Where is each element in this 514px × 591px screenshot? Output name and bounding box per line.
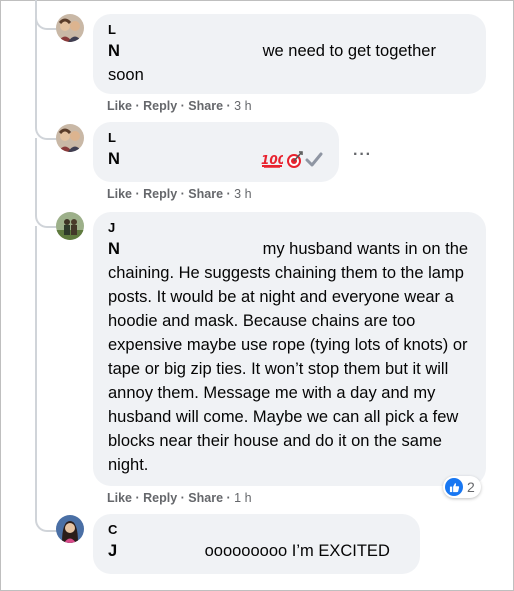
mention-link[interactable]: N [108, 39, 258, 63]
share-button[interactable]: Share [188, 99, 223, 113]
mention-link[interactable]: N [108, 237, 258, 261]
mention-link[interactable]: J [108, 539, 200, 563]
timestamp[interactable]: 3 h [234, 187, 251, 201]
separator: · [177, 99, 189, 113]
like-button[interactable]: Like [107, 491, 132, 505]
like-button[interactable]: Like [107, 187, 132, 201]
reaction-count: 2 [467, 479, 475, 495]
separator: · [223, 99, 235, 113]
separator: · [132, 99, 144, 113]
separator: · [223, 187, 235, 201]
comment-author[interactable]: L [108, 130, 327, 146]
avatar-photo [56, 14, 84, 42]
comment-actions: Like · Reply · Share · 1 h [107, 491, 252, 505]
comment-author[interactable]: J [108, 220, 474, 236]
bullseye-icon [286, 150, 303, 168]
separator: · [177, 187, 189, 201]
timestamp[interactable]: 3 h [234, 99, 251, 113]
comment-body: ooooooooo I’m EXCITED [204, 542, 390, 560]
reply-button[interactable]: Reply [143, 491, 177, 505]
like-icon [445, 478, 463, 496]
comment-actions: Like · Reply · Share · 3 h [107, 99, 252, 113]
comment-bubble: L N 100 [93, 122, 339, 182]
avatar[interactable] [56, 212, 84, 240]
comment-text: N we need to get together soon [108, 39, 474, 87]
avatar-photo [56, 212, 84, 240]
avatar-photo [56, 515, 84, 543]
separator: · [132, 187, 144, 201]
comment-bubble: L N we need to get together soon [93, 14, 486, 94]
comment-text: N 100 [108, 147, 327, 171]
mention-link[interactable]: N [108, 147, 256, 171]
comment-body: the chaining. He suggests chaining them … [108, 240, 469, 474]
more-options-icon[interactable]: ··· [353, 146, 372, 164]
emoji-group: 100 [261, 150, 323, 169]
thread-connector [35, 138, 57, 228]
reply-button[interactable]: Reply [143, 99, 177, 113]
avatar-photo [56, 124, 84, 152]
avatar[interactable] [56, 124, 84, 152]
avatar[interactable] [56, 515, 84, 543]
comment-author[interactable]: L [108, 22, 474, 38]
timestamp[interactable]: 1 h [234, 491, 251, 505]
share-button[interactable]: Share [188, 187, 223, 201]
separator: · [177, 491, 189, 505]
like-button[interactable]: Like [107, 99, 132, 113]
separator: · [223, 491, 235, 505]
share-button[interactable]: Share [188, 491, 223, 505]
hundred-points-icon: 100 [261, 153, 283, 168]
reply-button[interactable]: Reply [143, 187, 177, 201]
comment-body-first-line: my husband wants in on [262, 240, 441, 258]
check-mark-icon [305, 152, 323, 167]
comment-text: J ooooooooo I’m EXCITED [108, 539, 408, 563]
avatar[interactable] [56, 14, 84, 42]
comment-author[interactable]: C [108, 522, 408, 538]
comment-text: N my husband wants in on the chaining. H… [108, 237, 474, 477]
comment-actions: Like · Reply · Share · 3 h [107, 187, 252, 201]
thread-connector [35, 226, 57, 532]
comment-bubble: C J ooooooooo I’m EXCITED [93, 514, 420, 574]
thread-line [35, 0, 37, 14]
svg-text:100: 100 [261, 153, 283, 167]
separator: · [132, 491, 144, 505]
thread-connector [35, 14, 57, 140]
reaction-summary[interactable]: 2 [443, 476, 481, 498]
comment-bubble: J N my husband wants in on the chaining.… [93, 212, 486, 486]
